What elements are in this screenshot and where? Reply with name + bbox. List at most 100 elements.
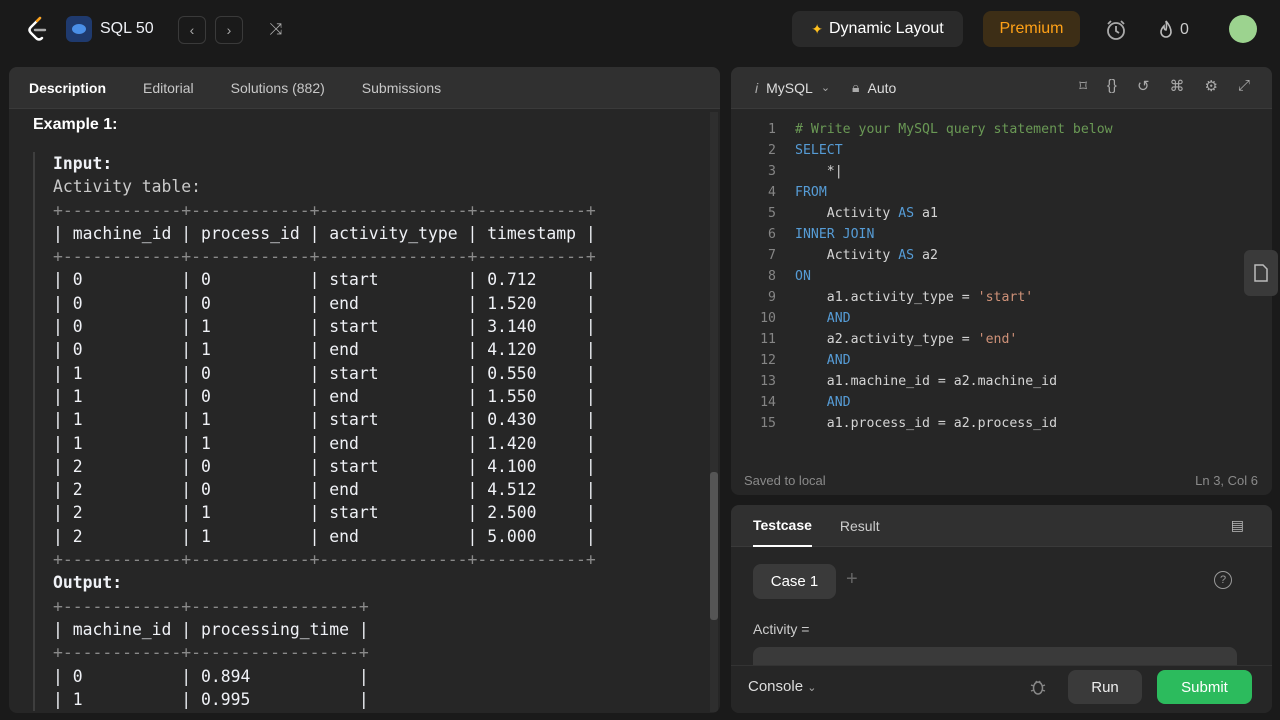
settings-gear-icon[interactable]: ⚙: [1205, 77, 1218, 95]
line-content: a2.activity_type = 'end': [795, 332, 1018, 347]
line-content: FROM: [795, 185, 827, 200]
line-content: Activity AS a2: [795, 248, 938, 263]
description-content: Example 1: Input: Activity table: +-------…: [33, 113, 703, 711]
code-line: 15 a1.process_id = a2.process_id: [731, 413, 1251, 434]
auto-mode-label[interactable]: Auto: [867, 80, 896, 96]
chevron-down-icon[interactable]: ⌄: [821, 81, 830, 94]
top-navbar: SQL 50 ‹ › ⤨ ✦ Dynamic Layout Premium 0: [0, 0, 1280, 58]
submit-button[interactable]: Submit: [1157, 670, 1252, 704]
debug-bug-icon[interactable]: [1029, 678, 1047, 701]
dynamic-layout-label: Dynamic Layout: [829, 20, 944, 37]
shuffle-icon[interactable]: ⤨: [264, 18, 288, 42]
code-line: 12 AND: [731, 350, 1251, 371]
table-row: | 0 | 0.894 |: [53, 666, 369, 686]
run-button[interactable]: Run: [1068, 670, 1142, 704]
line-number: 8: [768, 269, 776, 284]
table-row: | 1 | 1 | start | 0.430 |: [53, 410, 596, 430]
console-label: Console: [748, 678, 804, 695]
line-content: a1.process_id = a2.process_id: [795, 416, 1058, 431]
table-row: | 0 | 0 | end | 1.520 |: [53, 293, 596, 313]
code-line: 2 SELECT: [731, 140, 1251, 161]
chevron-right-icon: ›: [226, 22, 232, 38]
tab-testcase[interactable]: Testcase: [753, 505, 812, 547]
line-number: 1: [768, 122, 776, 137]
line-content: # Write your MySQL query statement below: [795, 122, 1113, 137]
code-line: 6 INNER JOIN: [731, 224, 1251, 245]
table-row: | 2 | 0 | end | 4.512 |: [53, 480, 596, 500]
example-title: Example 1:: [33, 116, 118, 133]
table-caption: Activity table:: [53, 177, 202, 197]
next-question-button[interactable]: ›: [215, 16, 243, 44]
panel-layout-icon[interactable]: ▤: [1231, 517, 1244, 534]
study-plan-icon[interactable]: [66, 16, 92, 42]
bookmark-icon[interactable]: ⌑: [1079, 77, 1087, 95]
streak-counter[interactable]: 0: [1158, 16, 1189, 44]
format-braces-icon[interactable]: {}: [1107, 77, 1117, 95]
command-icon[interactable]: ⌘: [1170, 77, 1185, 95]
line-number: 4: [768, 185, 776, 200]
table-row: | 0 | 1 | start | 3.140 |: [53, 317, 596, 337]
line-content: AND: [795, 311, 851, 326]
lock-icon: 🔒︎: [852, 79, 860, 95]
fire-icon: [1160, 20, 1172, 38]
user-avatar[interactable]: [1229, 15, 1257, 43]
line-number: 14: [760, 395, 776, 410]
line-number: 7: [768, 248, 776, 263]
line-number: 3: [768, 164, 776, 179]
premium-button[interactable]: Premium: [983, 11, 1080, 47]
add-case-icon[interactable]: +: [846, 568, 858, 591]
line-number: 2: [768, 143, 776, 158]
description-scrollbar[interactable]: [710, 112, 718, 712]
table-header: | machine_id | processing_time |: [53, 619, 369, 639]
dynamic-layout-button[interactable]: ✦ Dynamic Layout: [792, 11, 963, 47]
table-separator: +------------+------------+-------------…: [53, 550, 596, 570]
fullscreen-icon[interactable]: ⤢: [1238, 77, 1250, 95]
table-row: | 1 | 1 | end | 1.420 |: [53, 433, 596, 453]
line-content: *|: [795, 164, 843, 179]
code-line: 9 a1.activity_type = 'start': [731, 287, 1251, 308]
save-status: Saved to local: [744, 473, 826, 488]
line-number: 9: [768, 290, 776, 305]
line-content: Activity AS a1: [795, 206, 938, 221]
description-scroll-thumb[interactable]: [710, 472, 718, 620]
study-plan-title[interactable]: SQL 50: [100, 18, 154, 40]
prev-question-button[interactable]: ‹: [178, 16, 206, 44]
case-1-button[interactable]: Case 1: [753, 564, 836, 599]
line-content: ON: [795, 269, 811, 284]
activity-input[interactable]: [753, 647, 1237, 667]
testcase-panel: Testcase Result ▤ Case 1 + ? Activity = …: [731, 505, 1272, 713]
tab-submissions[interactable]: Submissions: [362, 80, 460, 96]
code-editor-panel: i MySQL ⌄ 🔒︎ Auto ⌑ {} ↺ ⌘ ⚙ ⤢ 1 # Write …: [731, 67, 1272, 495]
line-number: 11: [760, 332, 776, 347]
code-line: 4 FROM: [731, 182, 1251, 203]
output-label: Output:: [53, 573, 123, 593]
chevron-left-icon: ‹: [189, 22, 195, 38]
line-number: 12: [760, 353, 776, 368]
example-block: Input: Activity table: +------------+-----…: [33, 152, 703, 711]
table-row: | 0 | 1 | end | 4.120 |: [53, 340, 596, 360]
action-footer: Console ⌄ Run Submit: [731, 665, 1272, 713]
tab-editorial[interactable]: Editorial: [143, 80, 213, 96]
testcase-tabs: Testcase Result: [731, 505, 1272, 547]
code-line: 5 Activity AS a1: [731, 203, 1251, 224]
language-select[interactable]: MySQL: [766, 80, 813, 96]
line-content: a1.machine_id = a2.machine_id: [795, 374, 1058, 389]
leetcode-logo-icon[interactable]: [26, 16, 50, 42]
line-number: 6: [768, 227, 776, 242]
console-toggle[interactable]: Console ⌄: [748, 678, 816, 695]
table-separator: +------------+------------+-------------…: [53, 247, 596, 267]
alarm-clock-icon[interactable]: [1102, 16, 1130, 44]
table-separator: +------------+-----------------+: [53, 643, 369, 663]
help-icon[interactable]: ?: [1214, 571, 1232, 589]
description-tabs: Description Editorial Solutions (882) Su…: [9, 67, 720, 109]
reset-icon[interactable]: ↺: [1137, 77, 1150, 95]
tab-description[interactable]: Description: [29, 80, 125, 96]
notes-tab-icon[interactable]: [1244, 250, 1278, 296]
code-area[interactable]: 1 # Write your MySQL query statement belo…: [731, 119, 1261, 439]
tab-solutions[interactable]: Solutions (882): [231, 80, 344, 96]
table-row: | 2 | 0 | start | 4.100 |: [53, 456, 596, 476]
sparkle-icon: ✦: [811, 20, 823, 37]
table-row: | 1 | 0 | start | 0.550 |: [53, 363, 596, 383]
table-separator: +------------+-----------------+: [53, 596, 369, 616]
tab-result[interactable]: Result: [840, 506, 880, 546]
